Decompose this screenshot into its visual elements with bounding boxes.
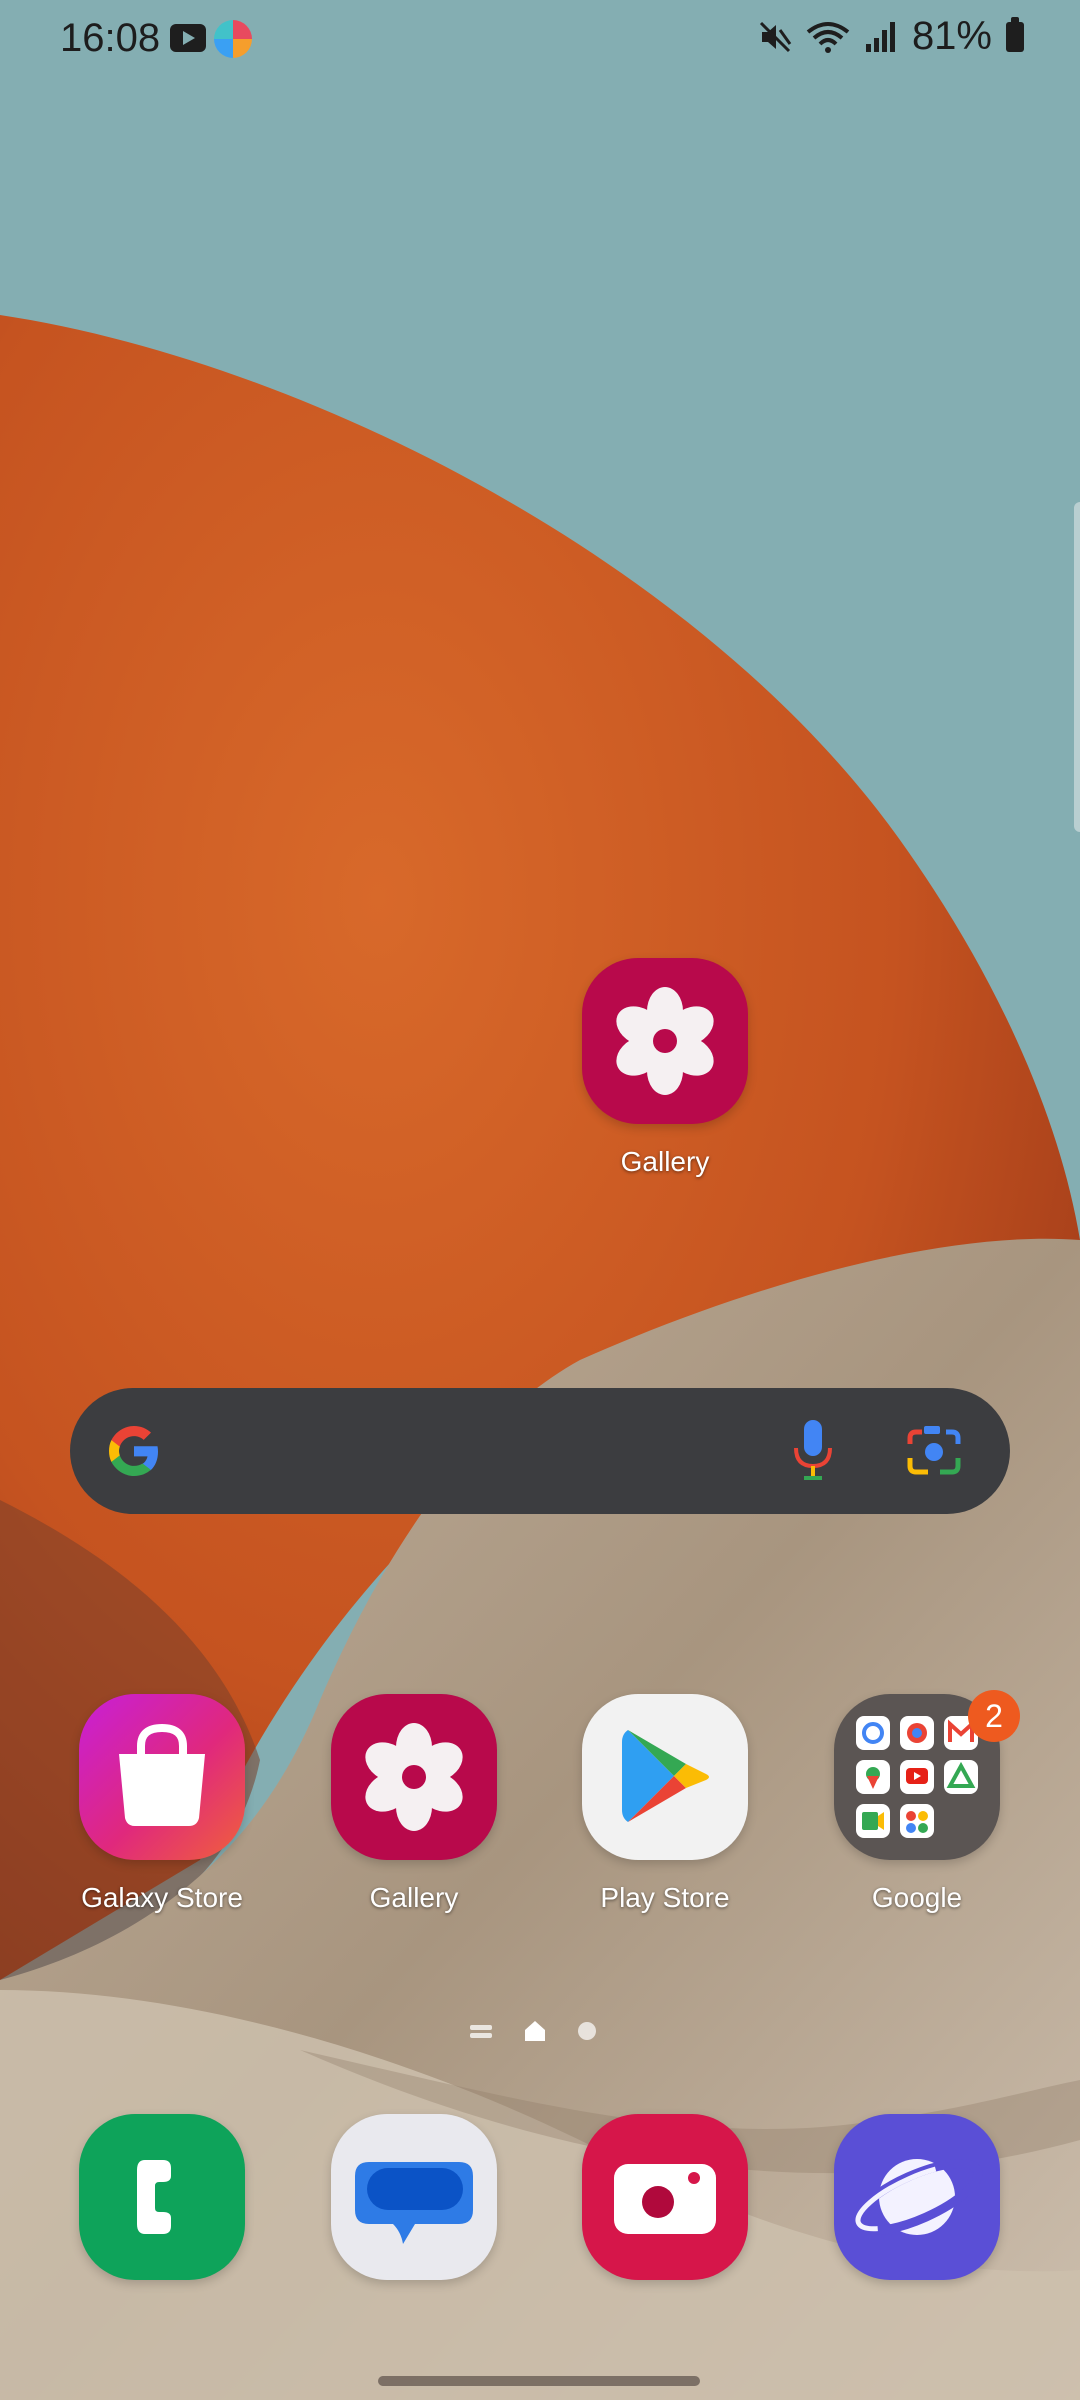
edge-panel-handle[interactable]: [1074, 502, 1080, 832]
app-gallery[interactable]: Gallery: [319, 1694, 509, 1914]
battery-icon: [1006, 16, 1024, 52]
mute-icon: [759, 21, 792, 52]
dock-app-messages[interactable]: [319, 2114, 509, 2280]
play-store-icon: [582, 1694, 748, 1860]
gallery-flower-icon: [331, 1694, 497, 1860]
page-indicator[interactable]: [470, 2018, 596, 2044]
clock: 16:08: [60, 16, 161, 60]
app-label: Google: [871, 1882, 963, 1913]
system-status-icons: 81%: [758, 14, 1024, 59]
shopping-bag-icon: [79, 1694, 245, 1860]
app-label: Galaxy Store: [81, 1882, 243, 1913]
app-play-store[interactable]: Play Store: [570, 1694, 760, 1914]
app-label: Gallery: [620, 1146, 710, 1177]
internet-planet-icon: [834, 2114, 1000, 2280]
messages-icon: [331, 2114, 497, 2280]
battery-percent: 81%: [911, 14, 992, 58]
app-notification-icon: [214, 20, 252, 58]
app-label: Gallery: [369, 1882, 459, 1913]
phone-icon: [79, 2114, 245, 2280]
gesture-navigation-bar[interactable]: [378, 2376, 700, 2386]
home-app-gallery[interactable]: Gallery: [570, 958, 760, 1178]
app-label: Play Store: [600, 1882, 730, 1913]
notification-badge: 2: [968, 1690, 1020, 1742]
camera-icon: [582, 2114, 748, 2280]
status-bar: 16:08 81%: [0, 0, 1080, 80]
app-folder-google[interactable]: 2 Google: [822, 1690, 1020, 1914]
app-galaxy-store[interactable]: Galaxy Store: [67, 1694, 257, 1914]
dock-app-phone[interactable]: [67, 2114, 257, 2280]
microphone-icon[interactable]: [788, 1418, 838, 1484]
gallery-flower-icon: [582, 958, 748, 1124]
page-menu-icon[interactable]: [470, 2021, 492, 2041]
page-dot[interactable]: [578, 2022, 596, 2040]
dock-app-camera[interactable]: [570, 2114, 760, 2280]
youtube-icon: [170, 24, 206, 52]
home-page-icon[interactable]: [522, 2018, 548, 2044]
signal-icon: [865, 21, 895, 52]
wifi-icon: [806, 21, 850, 53]
google-g-icon: [109, 1426, 158, 1476]
google-lens-icon[interactable]: [906, 1424, 962, 1478]
dock-app-internet[interactable]: [822, 2114, 1012, 2280]
google-search-bar[interactable]: [70, 1388, 1010, 1514]
